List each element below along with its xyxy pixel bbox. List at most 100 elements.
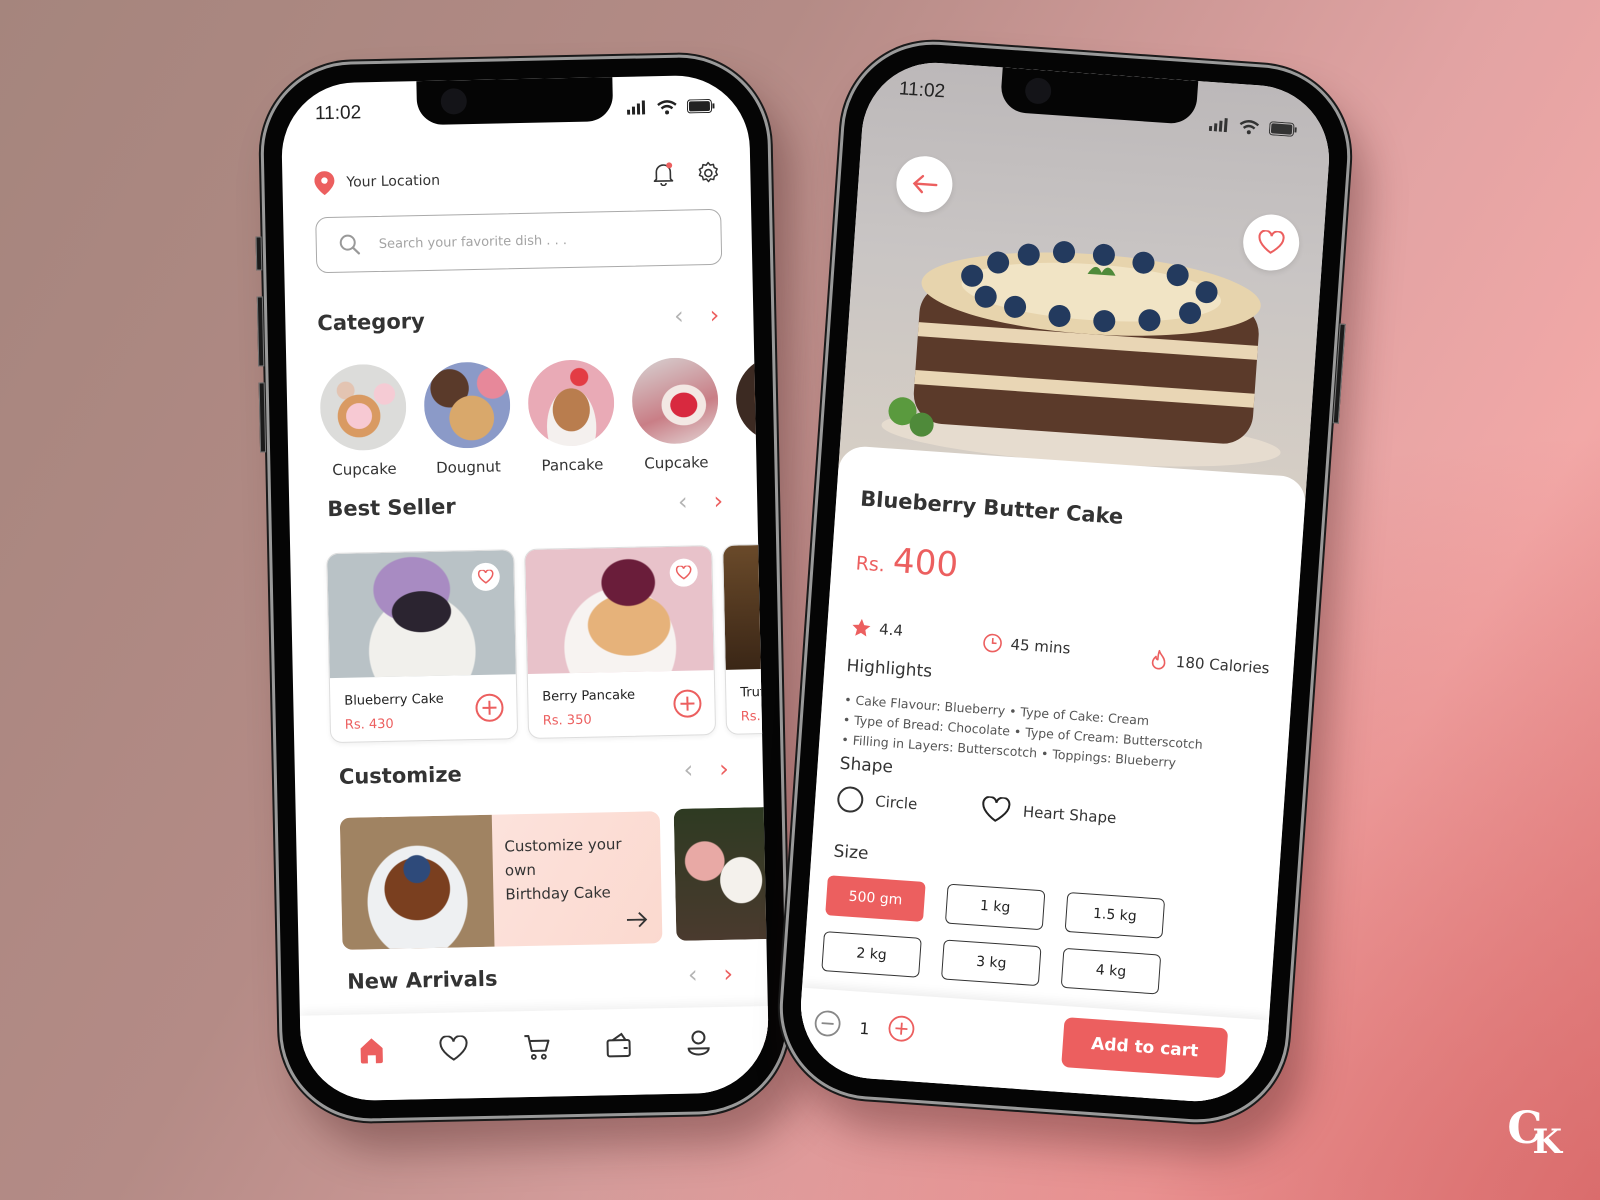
notification-button[interactable]: [652, 162, 675, 190]
product-price: Rs. 350: [542, 712, 592, 729]
arrow-left-icon: [912, 174, 938, 194]
prep-time-value: 45 mins: [1009, 635, 1072, 658]
home-icon: [360, 1038, 383, 1064]
new-arrivals-prev-button[interactable]: ‹: [688, 960, 698, 988]
nav-favorites[interactable]: [439, 1034, 470, 1066]
shape-option-heart[interactable]: Heart Shape: [980, 795, 1117, 831]
status-time: 11:02: [314, 102, 362, 125]
wifi-icon: [657, 99, 677, 114]
category-item-partial[interactable]: Co: [734, 354, 770, 471]
heart-outline-icon: [982, 795, 1011, 822]
location-selector[interactable]: Your Location: [314, 169, 440, 196]
search-icon: [339, 234, 361, 255]
volume-down-button: [258, 382, 267, 453]
size-option[interactable]: 1 kg: [944, 883, 1046, 931]
nav-home[interactable]: [357, 1036, 386, 1069]
category-image: [735, 354, 770, 443]
category-image: [319, 363, 408, 452]
plus-circle-icon: [888, 1015, 915, 1042]
best-seller-header: Best Seller ‹ ›: [321, 487, 723, 523]
logo-letter-k: K: [1532, 1122, 1561, 1162]
best-seller-prev-button[interactable]: ‹: [678, 488, 688, 516]
category-image: [631, 356, 720, 445]
customize-next-button[interactable]: ›: [719, 755, 729, 783]
best-seller-next-button[interactable]: ›: [713, 487, 723, 515]
add-button[interactable]: [474, 692, 505, 727]
size-option[interactable]: 1.5 kg: [1064, 891, 1166, 939]
product-price: Rs. 4: [740, 708, 770, 725]
category-item-cupcake[interactable]: Cupcake: [318, 363, 408, 479]
category-label: Pancake: [541, 455, 604, 475]
cake-illustration: [881, 241, 1281, 467]
size-option[interactable]: 500 gm: [825, 875, 926, 922]
phone-home: 11:02 Your Location Search your favorite…: [255, 52, 792, 1124]
heart-icon: [1258, 229, 1285, 254]
volume-up-button: [256, 296, 265, 367]
profile-icon: [687, 1030, 710, 1056]
product-card[interactable]: Berry Pancake Rs. 350: [524, 545, 717, 739]
birthday-cake-image: [339, 814, 495, 950]
size-option[interactable]: 4 kg: [1060, 947, 1162, 995]
bell-icon: [653, 162, 674, 187]
search-input[interactable]: [378, 230, 679, 252]
nav-cart[interactable]: [522, 1033, 551, 1066]
settings-button[interactable]: [696, 161, 721, 189]
highlights-list: • Cake Flavour: Blueberry • Type of Cake…: [841, 690, 1270, 780]
category-item-pancake[interactable]: Pancake: [526, 359, 616, 475]
shape-label: Heart Shape: [1022, 802, 1117, 828]
customize-banner[interactable]: Customize your own Birthday Cake: [339, 811, 663, 950]
customize-line-2: own: [504, 860, 537, 880]
add-to-cart-button[interactable]: Add to cart: [1061, 1017, 1229, 1079]
nav-profile[interactable]: [685, 1029, 712, 1062]
size-option[interactable]: 2 kg: [821, 931, 922, 978]
flame-icon: [1152, 649, 1166, 670]
nav-wallet[interactable]: [604, 1031, 633, 1064]
notch: [416, 77, 614, 126]
product-image: [723, 541, 770, 670]
product-name: Blueberry Cake: [344, 691, 444, 709]
heart-icon: [477, 569, 494, 584]
customize-line-3: Birthday Cake: [505, 883, 612, 904]
battery-icon: [1268, 121, 1297, 137]
category-header: Category ‹ ›: [317, 301, 719, 337]
product-card[interactable]: Truff Rs. 4: [722, 540, 770, 735]
customize-line-1: Customize your: [504, 835, 622, 856]
detail-screen: 11:02 Blueberry Butter Cake Rs. 400 4.4: [796, 57, 1334, 1107]
location-pin-icon: [314, 171, 335, 196]
best-seller-list: Blueberry Cake Rs. 430 Berry Pancake Rs.…: [326, 540, 770, 744]
increase-button[interactable]: [886, 1014, 916, 1048]
quantity-value: 1: [858, 1018, 871, 1038]
new-arrivals-header: New Arrivals ‹ ›: [346, 960, 733, 996]
customize-go-button[interactable]: [626, 911, 648, 931]
best-seller-title: Best Seller: [327, 494, 456, 522]
category-item-cupcake-2[interactable]: Cupcake: [630, 356, 720, 473]
highlights-title: Highlights: [845, 655, 933, 682]
shape-option-circle[interactable]: Circle: [836, 785, 918, 818]
rating: 4.4: [850, 604, 905, 654]
wedding-cake-banner[interactable]: [673, 806, 770, 941]
category-list: Cupcake Dougnut Pancake Cupcake Co: [318, 354, 770, 480]
customize-prev-button[interactable]: ‹: [683, 756, 693, 784]
new-arrivals-title: New Arrivals: [346, 966, 498, 994]
quantity-stepper: 1: [812, 1009, 916, 1048]
category-title: Category: [317, 309, 426, 336]
category-label: Cupcake: [332, 459, 397, 480]
plus-circle-icon: [475, 693, 504, 722]
calories-value: 180 Calories: [1175, 652, 1271, 678]
clock-icon: [983, 633, 1002, 653]
category-prev-button[interactable]: ‹: [674, 302, 684, 330]
customize-title: Customize: [338, 762, 463, 789]
add-button[interactable]: [672, 688, 703, 723]
product-price: Rs. 400: [855, 538, 959, 585]
category-item-doughnut[interactable]: Dougnut: [422, 361, 512, 477]
signal-icon: [627, 100, 646, 115]
product-card[interactable]: Blueberry Cake Rs. 430: [326, 549, 519, 744]
size-option[interactable]: 3 kg: [940, 939, 1042, 987]
decrease-button[interactable]: [812, 1009, 842, 1043]
search-bar[interactable]: [315, 208, 723, 274]
category-next-button[interactable]: ›: [709, 301, 719, 329]
new-arrivals-next-button[interactable]: ›: [723, 960, 733, 988]
logo-letter-c: C: [1507, 1103, 1542, 1154]
battery-icon: [686, 99, 715, 114]
arrow-right-icon: [626, 912, 648, 928]
